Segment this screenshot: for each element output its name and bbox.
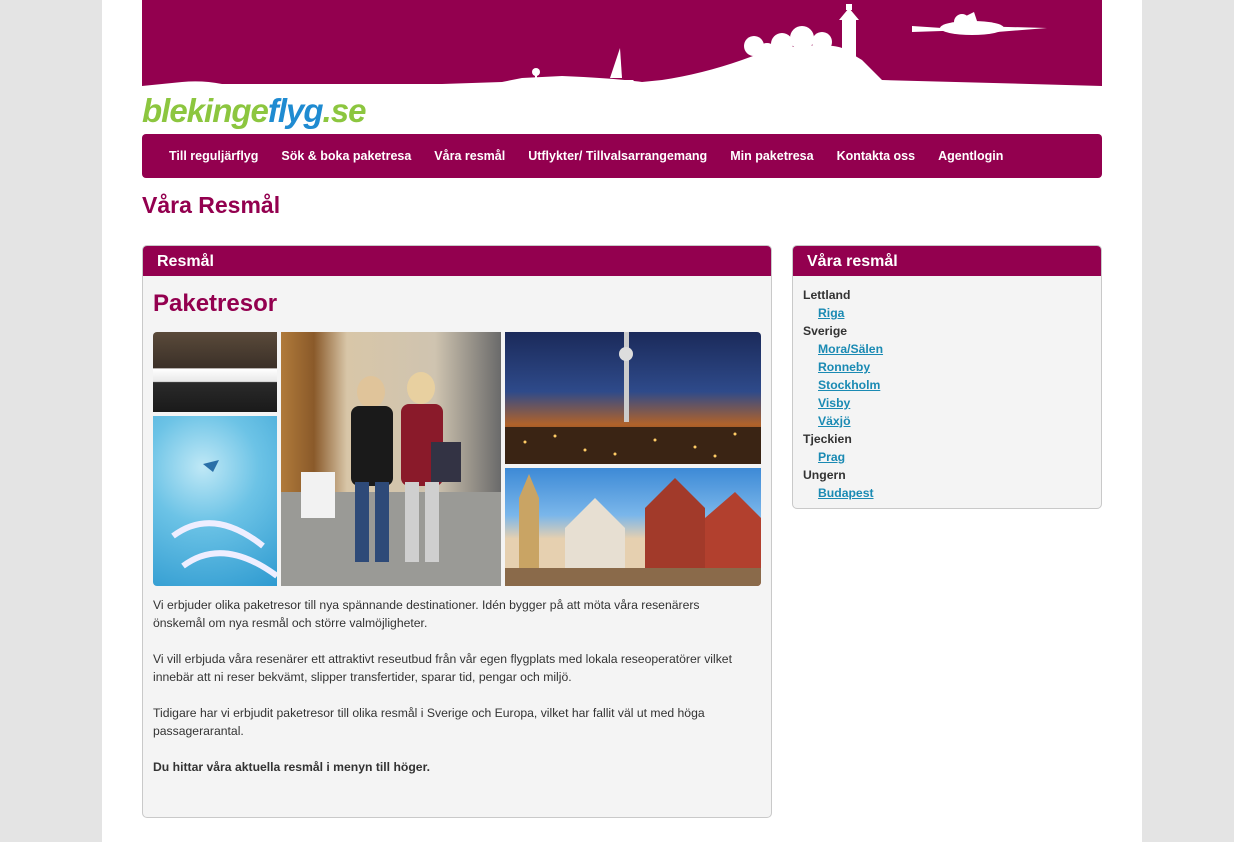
destination-link-stockholm[interactable]: Stockholm bbox=[818, 378, 880, 392]
nav-item-utflykter[interactable]: Utflykter/ Tillvalsarrangemang bbox=[528, 149, 707, 163]
destination-link-riga[interactable]: Riga bbox=[818, 306, 844, 320]
paragraph-menu-hint: Du hittar våra aktuella resmål i menyn t… bbox=[153, 760, 431, 774]
destinations-list: Lettland Riga Sverige Mora/Sälen Ronneby… bbox=[793, 276, 1101, 502]
skyline-silhouette-illustration bbox=[142, 4, 1102, 92]
nav-item-agentlogin[interactable]: Agentlogin bbox=[938, 149, 1003, 163]
paragraph-offer: Vi vill erbjuda våra resenärer ett attra… bbox=[153, 652, 732, 684]
resmal-panel-header: Resmål bbox=[143, 246, 771, 276]
nav-item-min-paketresa[interactable]: Min paketresa bbox=[730, 149, 813, 163]
photo-collage bbox=[153, 332, 761, 586]
section-heading: Paketresor bbox=[153, 290, 278, 317]
logo-text-flyg: flyg bbox=[267, 92, 324, 129]
nav-item-reguljarflyg[interactable]: Till reguljärflyg bbox=[169, 149, 258, 163]
destination-link-budapest[interactable]: Budapest bbox=[818, 486, 874, 500]
destination-link-ronneby[interactable]: Ronneby bbox=[818, 360, 870, 374]
country-sverige: Sverige bbox=[803, 324, 848, 338]
logo-text-domain: .se bbox=[322, 92, 367, 129]
country-tjeckien: Tjeckien bbox=[803, 432, 852, 446]
nav-item-vara-resmal[interactable]: Våra resmål bbox=[434, 149, 505, 163]
nav-item-sok-boka[interactable]: Sök & boka paketresa bbox=[281, 149, 411, 163]
site-logo[interactable]: blekingeflyg.se bbox=[142, 91, 367, 131]
paragraph-history: Tidigare har vi erbjudit paketresor till… bbox=[153, 706, 705, 738]
old-town-buildings-photo bbox=[505, 468, 761, 586]
country-ungern: Ungern bbox=[803, 468, 846, 482]
shopping-women-photo bbox=[281, 332, 501, 586]
nav-item-kontakta-oss[interactable]: Kontakta oss bbox=[837, 149, 916, 163]
destination-link-vaxjo[interactable]: Växjö bbox=[818, 414, 851, 428]
destinations-panel: Våra resmål Lettland Riga Sverige Mora/S… bbox=[792, 245, 1102, 509]
main-content-text: Vi erbjuder olika paketresor till nya sp… bbox=[153, 596, 753, 794]
destinations-panel-header: Våra resmål bbox=[793, 246, 1101, 276]
country-lettland: Lettland bbox=[803, 288, 851, 302]
paragraph-intro: Vi erbjuder olika paketresor till nya sp… bbox=[153, 598, 700, 630]
main-navigation: Till reguljärflyg Sök & boka paketresa V… bbox=[142, 134, 1102, 178]
page-title: Våra Resmål bbox=[142, 192, 281, 218]
resmal-panel: Resmål Paketresor Vi erbjuder olika pake… bbox=[142, 245, 772, 818]
hotel-room-photo bbox=[153, 332, 277, 412]
header-banner bbox=[142, 0, 1102, 92]
city-night-tower-photo bbox=[505, 332, 761, 464]
page: blekingeflyg.se Till reguljärflyg Sök & … bbox=[102, 0, 1142, 842]
destination-link-prag[interactable]: Prag bbox=[818, 450, 845, 464]
destination-link-mora-salen[interactable]: Mora/Sälen bbox=[818, 342, 883, 356]
destination-link-visby[interactable]: Visby bbox=[818, 396, 850, 410]
logo-text-blekinge: blekinge bbox=[142, 92, 269, 129]
pool-photo bbox=[153, 416, 277, 586]
